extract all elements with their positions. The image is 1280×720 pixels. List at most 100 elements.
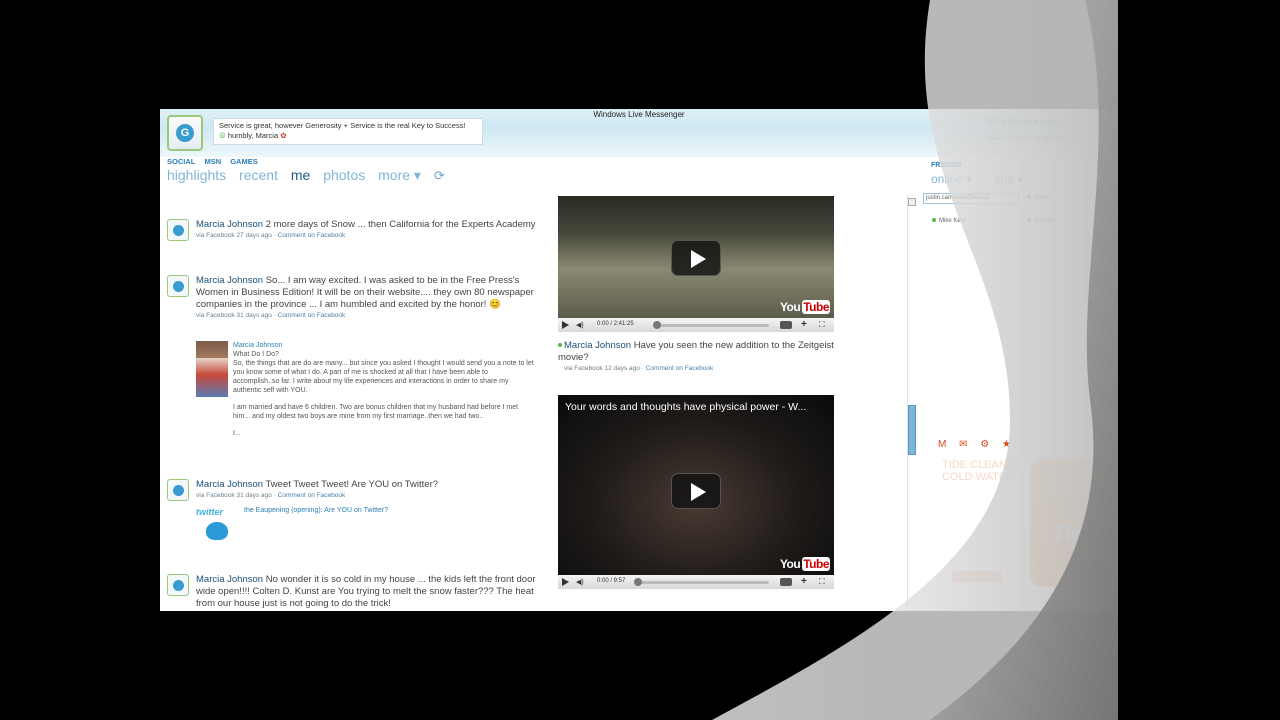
status-text: Service is great, however Generosity + S… <box>219 121 466 130</box>
nav-games[interactable]: GAMES <box>230 157 258 166</box>
fullscreen-icon[interactable]: ⛶ <box>819 320 825 330</box>
ad-product-image: Tide <box>1030 459 1116 587</box>
friend-item[interactable]: RADIO... <box>1027 218 1058 224</box>
friends-tabs: online ▾ add ▾ <box>931 172 1041 186</box>
friend-item[interactable]: Mike Kent <box>932 218 966 224</box>
avatar[interactable] <box>167 275 189 297</box>
feed-item: Marcia Johnson So... I am way excited. I… <box>167 275 537 321</box>
video-screen[interactable]: You Tube <box>558 196 834 318</box>
view-tabs: highlights recent me photos more ▾ ⟳ <box>167 167 454 184</box>
user-avatar[interactable]: G <box>167 115 203 151</box>
avatar[interactable] <box>167 219 189 241</box>
seek-bar[interactable] <box>655 324 769 327</box>
ad-button[interactable] <box>952 571 1002 582</box>
friends-heading: FRIENDS <box>931 162 962 169</box>
plus-icon[interactable]: + <box>801 319 807 330</box>
feed-item: Marcia Johnson No wonder it is so cold i… <box>167 574 537 610</box>
refresh-icon[interactable]: ⟳ <box>434 168 445 183</box>
video-player[interactable]: You Tube ◀) 0:00 / 2:41:25 + ⛶ <box>558 196 834 332</box>
comment-link[interactable]: Comment on Facebook <box>278 492 346 499</box>
comment-link[interactable]: Comment on Facebook <box>646 365 714 372</box>
personal-message[interactable]: Service is great, however Generosity + S… <box>213 118 483 145</box>
tab-more[interactable]: more ▾ <box>378 167 421 183</box>
video-frame: Windows Live Messenger G Service is grea… <box>0 0 1280 720</box>
messenger-window: Windows Live Messenger G Service is grea… <box>160 109 1118 611</box>
feed-text: 2 more days of Snow ... then California … <box>265 219 536 230</box>
nav-msn[interactable]: MSN <box>204 157 221 166</box>
twitter-share[interactable]: twitter the Eaupening (opening): Are YOU… <box>196 507 536 540</box>
video-time: 0:00 / 9:57 <box>597 578 626 584</box>
status-signature: ☮ humbly, Marcia ✿ <box>219 131 287 140</box>
nav-social[interactable]: SOCIAL <box>167 157 195 166</box>
feed-text: Tweet Tweet Tweet! Are YOU on Twitter? <box>265 479 439 490</box>
ad-toolbar-icons: M ✉ ⚙ ★ <box>938 439 1016 450</box>
tab-online[interactable]: online ▾ <box>931 172 972 186</box>
note-para: I... <box>233 430 241 437</box>
feed-item: Marcia Johnson 2 more days of Snow ... t… <box>167 219 537 241</box>
avatar[interactable] <box>167 574 189 596</box>
avatar[interactable] <box>167 479 189 501</box>
volume-icon[interactable]: ◀) <box>576 578 584 586</box>
account-menu[interactable]: Marcia Johnson ▾ inbox <box>986 117 1058 125</box>
scroll-thumb[interactable] <box>908 405 916 455</box>
comment-link[interactable]: Comment on Facebook <box>278 312 346 319</box>
activity-feed: Marcia Johnson 2 more days of Snow ... t… <box>160 209 545 611</box>
twitter-bird-icon <box>206 522 228 540</box>
feed-author[interactable]: Marcia Johnson <box>196 275 263 286</box>
feed-item: Marcia Johnson Tweet Tweet Tweet! Are YO… <box>167 479 537 501</box>
note-para: I am married and have 6 children. Two ar… <box>233 404 519 420</box>
captions-icon[interactable] <box>780 578 792 586</box>
tab-highlights[interactable]: highlights <box>167 167 226 183</box>
feed-author[interactable]: Marcia Johnson <box>196 479 263 490</box>
tab-add[interactable]: add ▾ <box>994 172 1023 186</box>
feed-scrollbar[interactable] <box>907 195 916 611</box>
tab-recent[interactable]: recent <box>239 167 278 183</box>
play-button[interactable] <box>562 578 569 586</box>
shared-note[interactable]: Marcia Johnson What Do I Do? So, the thi… <box>196 341 536 438</box>
twitter-link[interactable]: the Eaupening (opening): Are YOU on Twit… <box>244 507 536 514</box>
scroll-up-icon[interactable] <box>908 198 916 206</box>
play-icon[interactable] <box>671 240 721 276</box>
category-nav: SOCIAL MSN GAMES <box>167 157 265 166</box>
video-screen[interactable]: Your words and thoughts have physical po… <box>558 395 834 575</box>
note-thumbnail[interactable] <box>196 341 228 397</box>
captions-icon[interactable] <box>780 321 792 329</box>
plus-icon[interactable]: + <box>801 576 807 587</box>
tab-photos[interactable]: photos <box>323 167 365 183</box>
friend-search-input[interactable]: justin.campbell@live.ca <box>923 193 1019 204</box>
feed-author[interactable]: Marcia Johnson <box>564 340 631 351</box>
video-title[interactable]: Your words and thoughts have physical po… <box>565 401 806 413</box>
inbox-link[interactable]: inbox <box>1042 118 1058 125</box>
profile-logo-icon: G <box>176 124 194 142</box>
play-icon[interactable] <box>671 473 721 509</box>
twitter-logo-icon: twitter <box>196 507 240 547</box>
feed-author[interactable]: Marcia Johnson <box>196 219 263 230</box>
youtube-logo-icon: You Tube <box>779 557 830 571</box>
video-post: Marcia Johnson Have you seen the new add… <box>558 340 848 374</box>
fullscreen-icon[interactable]: ⛶ <box>819 577 825 587</box>
tab-me[interactable]: me <box>291 167 310 183</box>
note-author[interactable]: Marcia Johnson <box>233 341 536 350</box>
feed-meta: via Facebook 31 days ago · Comment on Fa… <box>196 492 346 499</box>
friend-item[interactable]: Bonus <box>1027 195 1051 201</box>
volume-icon[interactable]: ◀) <box>576 321 584 329</box>
note-title: What Do I Do? <box>233 351 279 358</box>
comment-link[interactable]: Comment on Facebook <box>278 232 346 239</box>
play-button[interactable] <box>562 321 569 329</box>
youtube-logo-icon: You Tube <box>779 300 830 314</box>
video-player[interactable]: Your words and thoughts have physical po… <box>558 395 834 589</box>
video-controls: ◀) 0:00 / 2:41:25 + ⛶ <box>558 318 834 332</box>
advertisement[interactable]: M ✉ ⚙ ★ Tide cleaning fresh even in cold… <box>932 439 1118 599</box>
seek-handle[interactable] <box>653 321 661 329</box>
seek-bar[interactable] <box>638 581 769 584</box>
video-controls: ◀) 0:00 / 9:57 + ⛶ <box>558 575 834 589</box>
video-time: 0:00 / 2:41:25 <box>597 321 634 327</box>
presence-icon <box>558 343 562 348</box>
feed-meta: via Facebook 12 days ago · Comment on Fa… <box>564 365 714 372</box>
web-search[interactable]: Search contacts or the web <box>986 135 1065 142</box>
note-para: So, the things that are do are many... b… <box>233 360 534 394</box>
feed-meta: via Facebook 31 days ago · Comment on Fa… <box>196 312 346 319</box>
feed-author[interactable]: Marcia Johnson <box>196 574 263 585</box>
feed-meta: via Facebook 27 days ago · Comment on Fa… <box>196 232 346 239</box>
seek-handle[interactable] <box>634 578 642 586</box>
